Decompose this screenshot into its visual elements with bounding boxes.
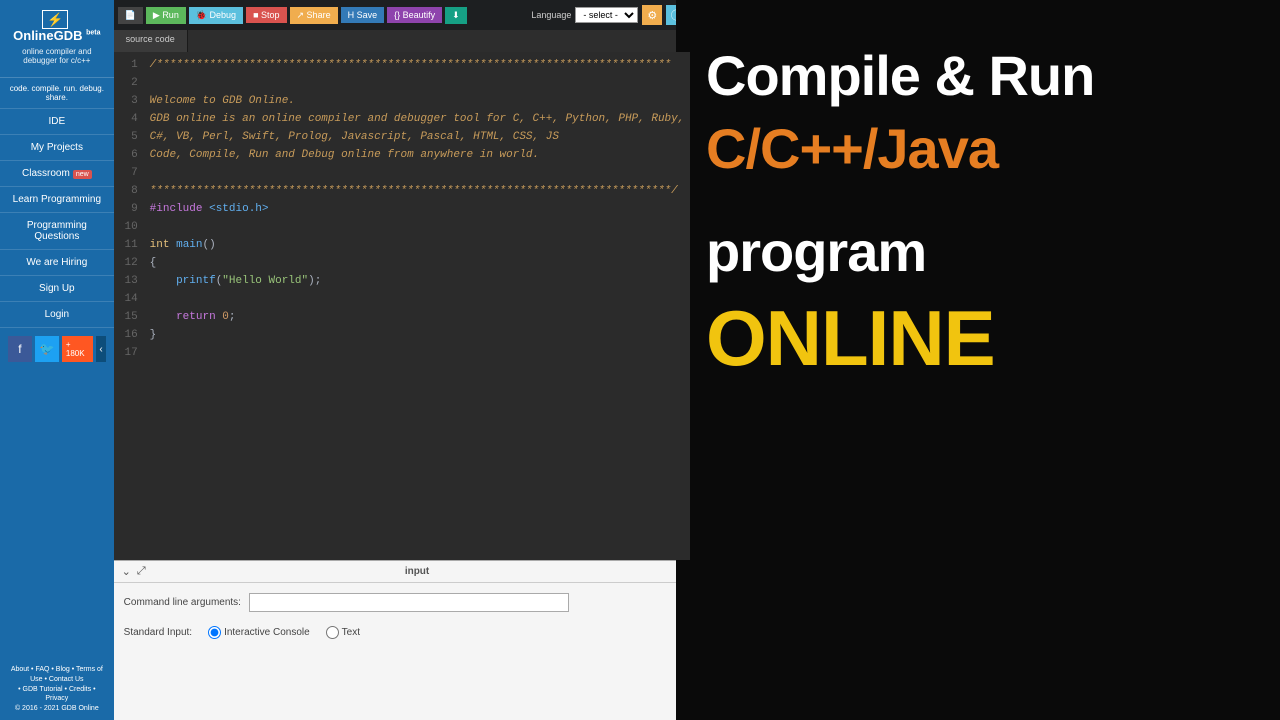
promo-line-3: program	[706, 216, 1250, 289]
new-file-button[interactable]: 📄	[118, 7, 143, 24]
code-line[interactable]: #include <stdio.h>	[150, 200, 685, 218]
sidebar-item-classroom[interactable]: Classroomnew	[0, 161, 114, 187]
code-line[interactable]: {	[150, 254, 685, 272]
run-button[interactable]: ▶ Run	[146, 7, 186, 24]
bolt-icon: ⚡	[42, 10, 68, 29]
beautify-button[interactable]: {} Beautify	[387, 7, 442, 23]
logo-text: OnlineGDB	[13, 28, 82, 43]
cmd-args-input[interactable]	[249, 593, 569, 612]
line-numbers: 1234567891011121314151617	[114, 52, 144, 560]
code-line[interactable]: return 0;	[150, 308, 685, 326]
code-line[interactable]	[150, 218, 685, 236]
logo-title: ⚡ OnlineGDB beta	[8, 12, 106, 43]
radio-text-input[interactable]	[326, 626, 339, 639]
code-line[interactable]: int main()	[150, 236, 685, 254]
toolbar: 📄 ▶ Run 🐞 Debug ■ Stop ↗ Share H Save {}…	[114, 0, 691, 30]
code-line[interactable]	[150, 164, 685, 182]
sidebar-item-login[interactable]: Login	[0, 302, 114, 328]
cmd-args-row: Command line arguments:	[124, 593, 681, 612]
sidebar-item-ide[interactable]: IDE	[0, 109, 114, 135]
new-badge: new	[73, 170, 92, 179]
radio-interactive-input[interactable]	[208, 626, 221, 639]
cmd-args-label: Command line arguments:	[124, 597, 241, 608]
copyright: © 2016 - 2021 GDB Online	[6, 704, 108, 714]
stdin-row: Standard Input: Interactive Console Text	[124, 626, 681, 639]
code-line[interactable]: Code, Compile, Run and Debug online from…	[150, 146, 685, 164]
footer-links-2[interactable]: • GDB Tutorial • Credits • Privacy	[6, 685, 108, 705]
subscribe-button[interactable]: + 180K	[62, 336, 94, 362]
chevron-down-icon[interactable]: ⌄	[122, 565, 131, 578]
sidebar-item-learn-programming[interactable]: Learn Programming	[0, 187, 114, 213]
code-line[interactable]: C#, VB, Perl, Swift, Prolog, Javascript,…	[150, 128, 685, 146]
code-area[interactable]: /***************************************…	[144, 52, 691, 560]
input-body: Command line arguments: Standard Input: …	[114, 583, 691, 649]
radio-text[interactable]: Text	[326, 626, 360, 639]
tab-bar: source code	[114, 30, 691, 52]
tagline: code. compile. run. debug. share.	[0, 78, 114, 109]
social-row: f 🐦 + 180K ‹	[0, 328, 114, 370]
code-line[interactable]	[150, 344, 685, 362]
facebook-icon[interactable]: f	[8, 336, 32, 362]
app-window: ⚡ OnlineGDB beta online compiler and deb…	[0, 0, 676, 720]
debug-button[interactable]: 🐞 Debug	[189, 7, 243, 24]
promo-line-1: Compile & Run	[706, 40, 1250, 113]
beta-tag: beta	[86, 30, 100, 37]
promo-panel: Compile & Run C/C++/Java program ONLINE	[676, 0, 1280, 720]
code-line[interactable]: ****************************************…	[150, 182, 685, 200]
input-title: input	[152, 566, 683, 577]
sidebar-item-my-projects[interactable]: My Projects	[0, 135, 114, 161]
footer-links-1[interactable]: About • FAQ • Blog • Terms of Use • Cont…	[6, 665, 108, 685]
download-button[interactable]: ⬇	[445, 7, 467, 24]
language-label: Language	[531, 10, 571, 20]
input-header: ⌄ ⤢ input	[114, 561, 691, 583]
code-line[interactable]	[150, 290, 685, 308]
language-selector-area: Language - select - ⚙ ⓘ	[531, 5, 686, 25]
share-button[interactable]: ↗ Share	[290, 7, 338, 24]
input-panel: ⌄ ⤢ input Command line arguments: Standa…	[114, 560, 691, 720]
language-select[interactable]: - select -	[575, 7, 638, 23]
tab-source[interactable]: source code	[114, 30, 188, 52]
code-editor[interactable]: 1234567891011121314151617 /*************…	[114, 52, 691, 560]
sidebar: ⚡ OnlineGDB beta online compiler and deb…	[0, 0, 114, 720]
code-line[interactable]: GDB online is an online compiler and deb…	[150, 110, 685, 128]
stop-button[interactable]: ■ Stop	[246, 7, 286, 23]
twitter-icon[interactable]: 🐦	[35, 336, 59, 362]
code-line[interactable]: }	[150, 326, 685, 344]
settings-icon[interactable]: ⚙	[642, 5, 662, 25]
expand-icon[interactable]: ⤢	[137, 565, 146, 578]
promo-line-4: ONLINE	[706, 288, 1250, 389]
logo-subtitle: online compiler and debugger for c/c++	[8, 47, 106, 65]
collapse-sidebar-button[interactable]: ‹	[96, 336, 105, 362]
code-line[interactable]: Welcome to GDB Online.	[150, 92, 685, 110]
main-panel: 📄 ▶ Run 🐞 Debug ■ Stop ↗ Share H Save {}…	[114, 0, 691, 720]
radio-interactive-label: Interactive Console	[224, 627, 310, 638]
stdin-label: Standard Input:	[124, 627, 192, 638]
sidebar-item-programming-questions[interactable]: Programming Questions	[0, 213, 114, 250]
code-line[interactable]: /***************************************…	[150, 56, 685, 74]
sidebar-footer: About • FAQ • Blog • Terms of Use • Cont…	[0, 659, 114, 720]
promo-line-2: C/C++/Java	[706, 113, 1250, 186]
radio-interactive[interactable]: Interactive Console	[208, 626, 310, 639]
sidebar-item-we-are-hiring[interactable]: We are Hiring	[0, 250, 114, 276]
save-button[interactable]: H Save	[341, 7, 385, 23]
logo-area: ⚡ OnlineGDB beta online compiler and deb…	[0, 0, 114, 78]
radio-text-label: Text	[342, 627, 360, 638]
code-line[interactable]	[150, 74, 685, 92]
sidebar-item-sign-up[interactable]: Sign Up	[0, 276, 114, 302]
code-line[interactable]: printf("Hello World");	[150, 272, 685, 290]
